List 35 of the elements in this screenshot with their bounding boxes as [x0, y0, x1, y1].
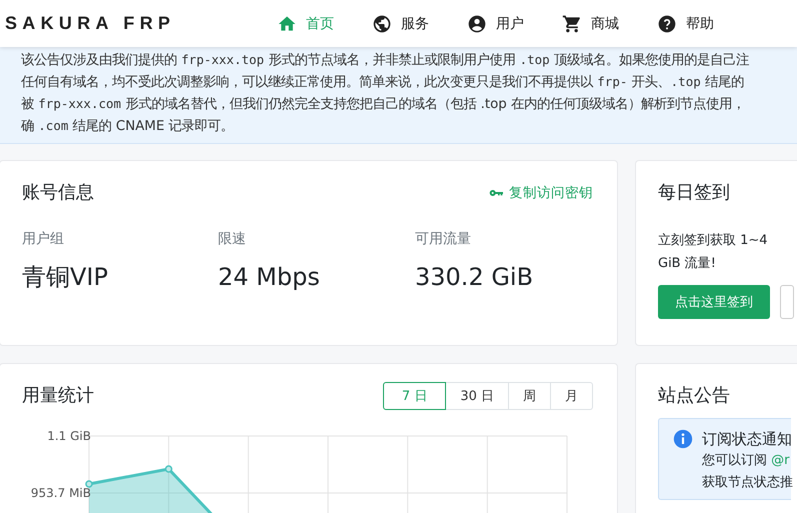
stat-value: 330.2 GiB: [415, 262, 534, 293]
globe-icon: [372, 14, 392, 34]
alert-title: 订阅状态通知: [702, 429, 793, 449]
stat-label: 可用流量: [415, 230, 472, 249]
range-tab[interactable]: 周: [509, 382, 551, 410]
card-title: 每日签到: [658, 181, 731, 205]
stat-label: 限速: [218, 230, 247, 249]
notice-text: 确 .com 结尾的 CNAME 记录即可。: [21, 117, 235, 136]
notice-text: 该公告仅涉及由我们提供的 frp-xxx.top 形式的节点域名，并非禁止或限制用户使用 .top 顶级域名。如果您使用的是自己注: [21, 51, 750, 70]
card-title: 用量统计: [22, 384, 94, 408]
site-logo[interactable]: SAKURA FRP: [5, 13, 277, 34]
card-title: 账号信息: [22, 181, 94, 205]
alert-text: 获取节点状态推: [702, 474, 793, 492]
notice-text: 任何自有域名，均不受此次调整影响，可以继续正常使用。简单来说，此次变更只是我们不再提供以 frp- 开头、.top 结尾的: [21, 73, 746, 92]
card-title: 站点公告: [658, 384, 731, 408]
account-icon: [467, 14, 487, 34]
home-icon: [277, 14, 297, 34]
cart-icon: [562, 14, 582, 34]
axis-label: 1.1 GiB: [47, 429, 91, 443]
axis-label: 953.7 MiB: [30, 486, 91, 500]
secondary-button[interactable]: [780, 285, 794, 319]
checkin-text: 立刻签到获取 1~4 GiB 流量!: [658, 232, 769, 273]
notice-text: 被 frp-xxx.com 形式的域名替代，但我们仍然完全支持您把自己的域名（包括 .top 在内的任何顶级域名）解析到节点使用，: [21, 95, 746, 114]
range-tab[interactable]: 30 日: [446, 382, 509, 410]
help-icon: [657, 14, 677, 34]
nav-item[interactable]: 用户: [467, 14, 524, 34]
info-icon: [673, 429, 693, 449]
stat-label: 用户组: [22, 230, 65, 249]
nav-item[interactable]: 帮助: [657, 14, 714, 34]
nav-item[interactable]: 服务: [372, 14, 429, 34]
range-tab[interactable]: 月: [551, 382, 593, 410]
alert-text: 您可以订阅 @r: [702, 452, 790, 470]
nav-item[interactable]: 商城: [562, 14, 619, 34]
stat-value: 青铜VIP: [22, 262, 109, 293]
stat-value: 24 Mbps: [218, 262, 321, 293]
